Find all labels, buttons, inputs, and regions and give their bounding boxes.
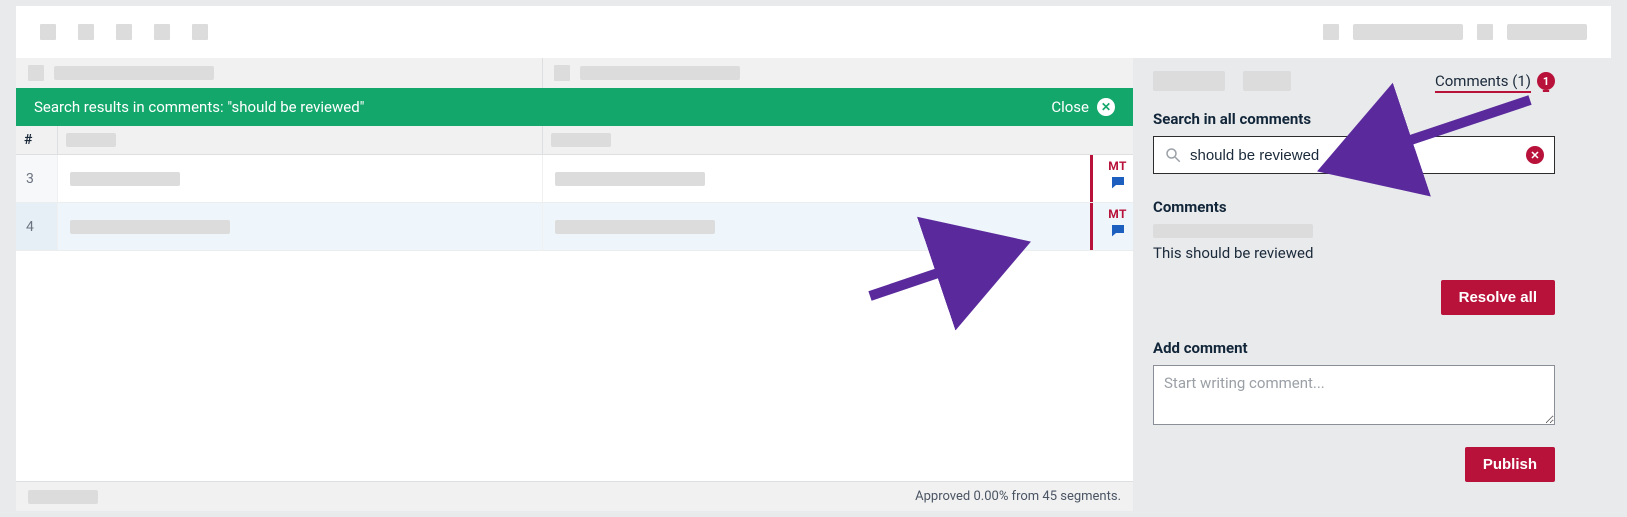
close-icon: ✕ xyxy=(1097,98,1115,116)
comment-icon[interactable] xyxy=(1109,175,1127,191)
comments-panel: Comments (1) 1 Search in all comments ✕ … xyxy=(1133,58,1611,511)
sidebar-tab-placeholder[interactable] xyxy=(1243,71,1291,91)
comment-body: This should be reviewed xyxy=(1153,244,1555,262)
row-badges: MT xyxy=(1108,207,1127,239)
search-comments-title: Search in all comments xyxy=(1153,110,1555,128)
comments-search-box[interactable]: ✕ xyxy=(1153,136,1555,174)
comment-icon[interactable] xyxy=(1109,223,1127,239)
footer-left-placeholder xyxy=(28,490,98,504)
comments-search-input[interactable] xyxy=(1182,147,1526,164)
source-text-placeholder xyxy=(70,220,230,234)
target-text-placeholder xyxy=(555,172,705,186)
close-search-results-button[interactable]: Close ✕ xyxy=(1051,98,1115,116)
toolbar-icon-placeholder[interactable] xyxy=(78,24,94,40)
column-label-placeholder xyxy=(54,66,214,80)
toolbar-right xyxy=(1323,24,1587,40)
target-cell[interactable]: MT xyxy=(542,203,1133,250)
comment-author-placeholder xyxy=(1153,224,1313,238)
column-icon-placeholder xyxy=(28,65,44,81)
toolbar-text-placeholder xyxy=(1353,24,1463,40)
toolbar-icon-placeholder[interactable] xyxy=(40,24,56,40)
search-results-banner: Search results in comments: "should be r… xyxy=(16,88,1133,126)
search-results-text: Search results in comments: "should be r… xyxy=(34,98,364,116)
mt-badge: MT xyxy=(1108,159,1127,173)
mt-badge: MT xyxy=(1108,207,1127,221)
sidebar-tabs: Comments (1) 1 xyxy=(1153,66,1555,96)
status-bar-indicator xyxy=(1090,155,1093,202)
resolve-all-button[interactable]: Resolve all xyxy=(1441,280,1555,315)
tab-comments[interactable]: Comments (1) 1 xyxy=(1435,72,1555,90)
toolbar-icon-placeholder[interactable] xyxy=(154,24,170,40)
toolbar-text-placeholder xyxy=(1507,24,1587,40)
tab-comments-label: Comments (1) xyxy=(1435,72,1531,90)
clear-search-icon[interactable]: ✕ xyxy=(1526,146,1544,164)
sidebar-tab-placeholder[interactable] xyxy=(1153,71,1225,91)
publish-comment-button[interactable]: Publish xyxy=(1465,447,1555,482)
column-label-placeholder xyxy=(580,66,740,80)
search-icon xyxy=(1164,146,1182,164)
table-row[interactable]: 4 MT xyxy=(16,203,1133,251)
grid-header-source xyxy=(57,126,542,154)
comments-section-title: Comments xyxy=(1153,198,1555,216)
toolbar-icon-placeholder[interactable] xyxy=(192,24,208,40)
table-row[interactable]: 3 MT xyxy=(16,155,1133,203)
source-text-placeholder xyxy=(70,172,180,186)
editor-column-header xyxy=(16,58,1133,88)
source-cell[interactable] xyxy=(57,155,542,202)
grid-body: 3 MT xyxy=(16,155,1133,481)
header-placeholder xyxy=(551,133,611,147)
header-placeholder xyxy=(66,133,116,147)
toolbar-left xyxy=(40,24,208,40)
target-cell[interactable]: MT xyxy=(542,155,1133,202)
top-toolbar xyxy=(16,6,1611,58)
row-number: 4 xyxy=(16,203,57,250)
row-number: 3 xyxy=(16,155,57,202)
status-bar-indicator xyxy=(1090,203,1093,250)
status-bar: Approved 0.00% from 45 segments. xyxy=(16,481,1133,511)
editor-main: Search results in comments: "should be r… xyxy=(16,58,1133,511)
toolbar-icon-placeholder[interactable] xyxy=(116,24,132,40)
add-comment-title: Add comment xyxy=(1153,339,1555,357)
row-badges: MT xyxy=(1108,159,1127,191)
add-comment-textarea[interactable] xyxy=(1153,365,1555,425)
source-cell[interactable] xyxy=(57,203,542,250)
column-icon-placeholder xyxy=(554,65,570,81)
grid-header-target xyxy=(542,126,1133,154)
approval-status-text: Approved 0.00% from 45 segments. xyxy=(915,489,1121,504)
grid-header-row: # xyxy=(16,126,1133,155)
toolbar-icon-placeholder[interactable] xyxy=(1477,24,1493,40)
grid-header-number: # xyxy=(16,126,57,154)
toolbar-icon-placeholder[interactable] xyxy=(1323,24,1339,40)
comments-count-badge: 1 xyxy=(1537,72,1555,90)
target-text-placeholder xyxy=(555,220,715,234)
close-label: Close xyxy=(1051,98,1089,116)
